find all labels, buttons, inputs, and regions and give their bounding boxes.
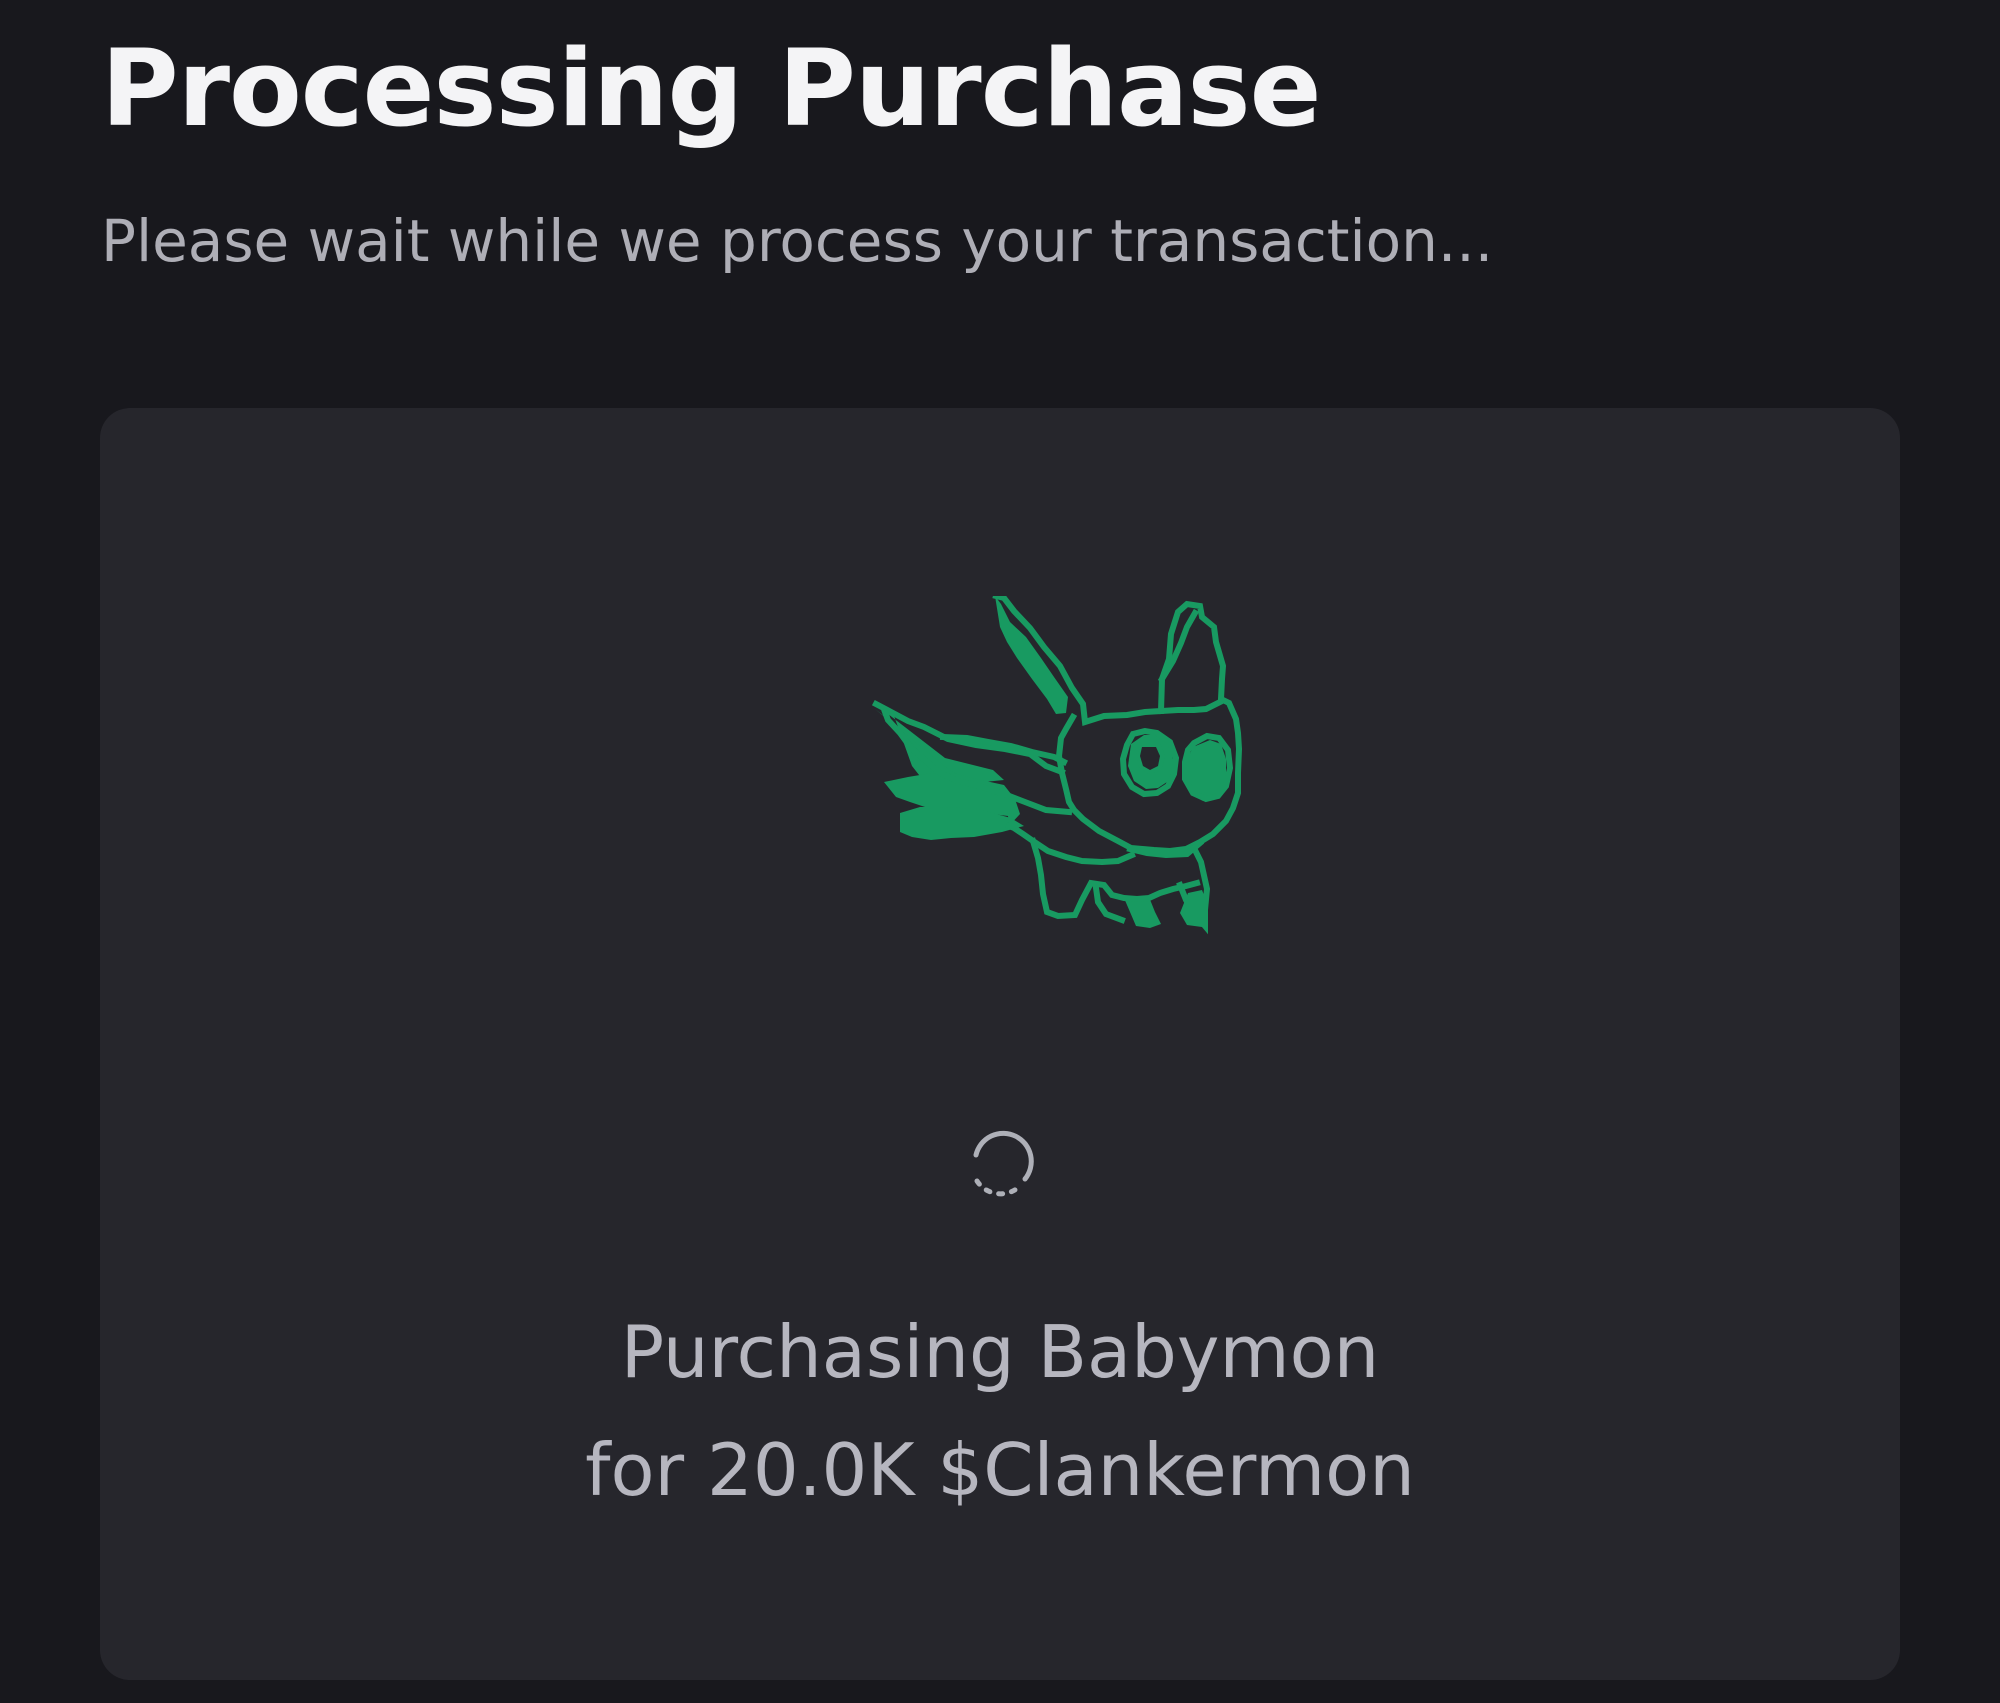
processing-purchase-screen: Processing Purchase Please wait while we… bbox=[0, 0, 2000, 1703]
babymon-creature-icon bbox=[871, 596, 1243, 935]
purchase-progress-card: Purchasing Babymon for 20.0K $Clankermon bbox=[100, 408, 1900, 1680]
page-title: Processing Purchase bbox=[101, 27, 1322, 150]
loading-spinner-icon bbox=[973, 1130, 1034, 1197]
page-subtitle: Please wait while we process your transa… bbox=[101, 207, 1494, 275]
purchase-item-status: Purchasing Babymon bbox=[620, 1310, 1380, 1394]
purchase-price-status: for 20.0K $Clankermon bbox=[585, 1428, 1415, 1512]
